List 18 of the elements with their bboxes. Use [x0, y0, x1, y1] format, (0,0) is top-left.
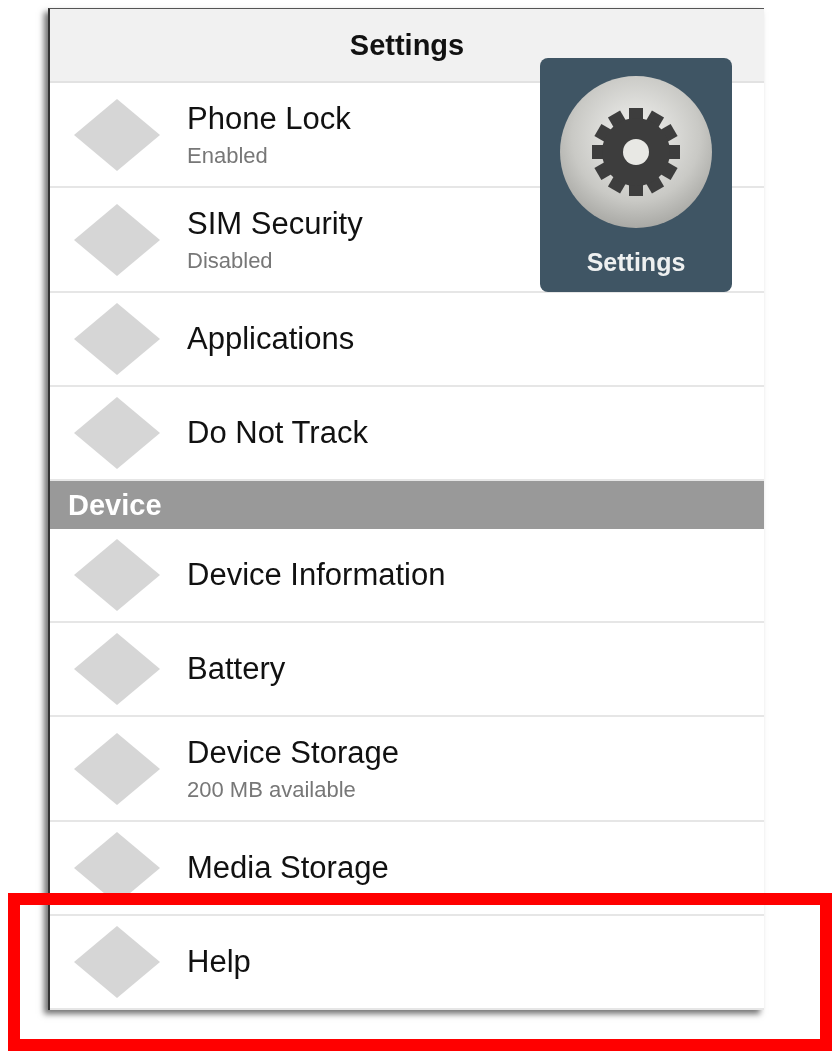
gear-icon — [558, 74, 714, 230]
app-tile[interactable]: Settings — [540, 58, 732, 292]
diamond-icon — [74, 732, 160, 805]
diamond-icon — [74, 633, 160, 705]
diamond-icon — [74, 98, 160, 171]
window-title: Settings — [349, 28, 465, 62]
diamond-icon — [74, 926, 160, 998]
diamond-icon — [74, 539, 160, 611]
settings-item[interactable]: Applications — [50, 293, 764, 387]
settings-item[interactable]: Device Storage 200 MB available — [50, 717, 764, 822]
settings-item[interactable]: Battery — [50, 623, 764, 717]
section-title: Device — [68, 488, 162, 522]
diamond-icon — [74, 397, 160, 469]
settings-item[interactable]: Media Storage — [50, 822, 764, 916]
settings-item[interactable]: Device Information — [50, 529, 764, 623]
settings-item[interactable]: Help — [50, 916, 764, 1010]
diamond-icon — [74, 203, 160, 276]
diamond-icon — [74, 303, 160, 375]
